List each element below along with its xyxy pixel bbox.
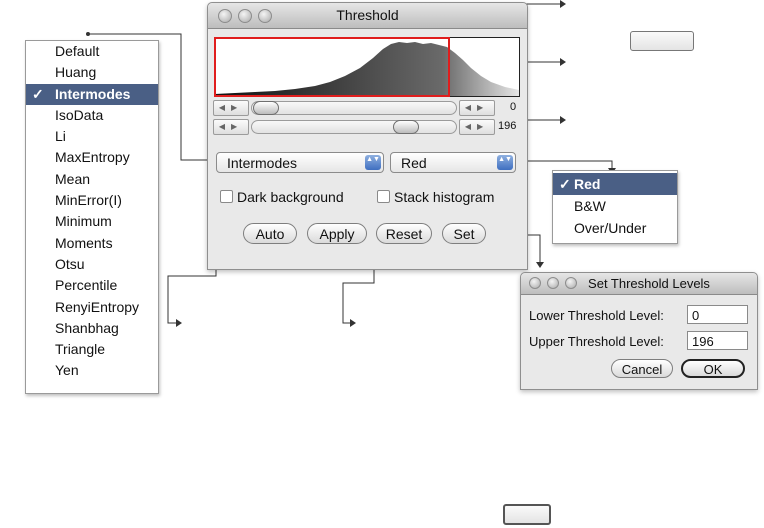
method-list-item[interactable]: Default <box>26 41 158 62</box>
channel-popup-label: Red <box>401 155 427 171</box>
set-levels-titlebar: Set Threshold Levels <box>521 273 757 295</box>
method-popup-label: Intermodes <box>227 155 298 171</box>
auto-button[interactable]: Auto <box>243 223 297 244</box>
threshold-window: Threshold ◀▶ ◀▶ 0 ◀▶ ◀▶ 196 Intermodes ▲… <box>207 2 528 270</box>
method-list-item-label: Minimum <box>55 213 112 230</box>
upper-threshold-field[interactable]: 196 <box>687 331 748 350</box>
checkbox-box[interactable] <box>377 190 390 203</box>
threshold-method-list: Default Huang ✓ Intermodes IsoData Li MaxEntro… <box>25 40 159 394</box>
upper-slider-arrows[interactable]: ◀▶ <box>213 119 249 135</box>
channel-list-item[interactable]: ✓ Red <box>553 173 677 195</box>
method-list-item[interactable]: MinError(I) <box>26 190 158 211</box>
threshold-range-overlay <box>214 37 450 97</box>
method-list-item[interactable]: IsoData <box>26 105 158 126</box>
dark-background-checkbox[interactable]: Dark background <box>220 189 344 205</box>
method-list-item-label: IsoData <box>55 106 104 123</box>
set-threshold-levels-dialog: Set Threshold Levels Lower Threshold Lev… <box>520 272 758 390</box>
upper-slider-value: 196 <box>498 120 517 132</box>
channel-list-item-label: Over/Under <box>574 220 647 236</box>
method-list-item-label: Triangle <box>55 341 106 358</box>
method-list-item-label: MinError(I) <box>55 192 122 209</box>
method-list-item-label: Mean <box>55 170 91 187</box>
channel-display-list: ✓ Red B&W Over/Under <box>552 170 678 244</box>
method-list-item-label: Default <box>55 43 100 59</box>
stack-histogram-label: Stack histogram <box>394 189 495 205</box>
button-outline-sample <box>630 31 694 51</box>
cancel-button[interactable]: Cancel <box>611 359 673 378</box>
upper-slider-arrows-right[interactable]: ◀▶ <box>459 119 495 135</box>
method-list-item-label: Moments <box>55 234 113 251</box>
channel-list-item[interactable]: Over/Under <box>553 217 677 239</box>
method-list-item[interactable]: Li <box>26 126 158 147</box>
window-title: Threshold <box>336 7 399 23</box>
method-list-item[interactable]: Minimum <box>26 211 158 232</box>
checkmark-icon: ✓ <box>32 85 44 102</box>
lower-slider-knob[interactable] <box>253 101 279 115</box>
lower-slider-arrows-right[interactable]: ◀▶ <box>459 100 495 116</box>
checkmark-icon: ✓ <box>559 176 571 192</box>
method-list-item[interactable]: RenyiEntropy <box>26 297 158 318</box>
lower-slider-track[interactable] <box>251 101 457 115</box>
upper-threshold-label: Upper Threshold Level: <box>529 334 664 349</box>
reset-button[interactable]: Reset <box>376 223 432 244</box>
method-list-item-label: Li <box>55 128 66 145</box>
method-list-item-label: Otsu <box>55 255 85 272</box>
channel-popup[interactable]: Red ▲▼ <box>390 152 516 173</box>
upper-slider-knob[interactable] <box>393 120 419 134</box>
method-list-item-label: Shanbhag <box>55 319 119 336</box>
method-list-item[interactable]: Huang <box>26 62 158 83</box>
method-list-item[interactable]: ✓ Intermodes <box>26 83 158 105</box>
checkbox-box[interactable] <box>220 190 233 203</box>
method-list-item[interactable]: Yen <box>26 360 158 381</box>
method-list-item[interactable]: Percentile <box>26 275 158 296</box>
threshold-titlebar: Threshold <box>208 3 527 29</box>
apply-button[interactable]: Apply <box>307 223 367 244</box>
upper-slider-track[interactable] <box>251 120 457 134</box>
method-list-item-label: Yen <box>55 362 79 379</box>
lower-threshold-label: Lower Threshold Level: <box>529 308 664 323</box>
dark-background-label: Dark background <box>237 189 344 205</box>
set-levels-title: Set Threshold Levels <box>588 276 710 291</box>
upper-threshold-slider[interactable]: ◀▶ ◀▶ 196 <box>213 119 523 135</box>
method-list-item[interactable]: MaxEntropy <box>26 147 158 168</box>
method-list-item[interactable]: Shanbhag <box>26 318 158 339</box>
popup-stepper-icon: ▲▼ <box>365 155 381 170</box>
method-popup[interactable]: Intermodes ▲▼ <box>216 152 384 173</box>
stack-histogram-checkbox[interactable]: Stack histogram <box>377 189 494 205</box>
lower-threshold-field[interactable]: 0 <box>687 305 748 324</box>
channel-list-item[interactable]: B&W <box>553 195 677 217</box>
method-list-item[interactable]: Triangle <box>26 339 158 360</box>
channel-list-item-label: Red <box>574 176 601 192</box>
method-list-item[interactable]: Otsu <box>26 254 158 275</box>
channel-list-item-label: B&W <box>574 198 606 214</box>
method-list-item-label: Intermodes <box>55 85 131 102</box>
lower-slider-arrows[interactable]: ◀▶ <box>213 100 249 116</box>
method-list-item-label: Percentile <box>55 277 118 294</box>
set-button[interactable]: Set <box>442 223 486 244</box>
lower-slider-value: 0 <box>510 101 517 113</box>
method-list-item-label: RenyiEntropy <box>55 298 140 315</box>
method-list-item[interactable]: Mean <box>26 169 158 190</box>
method-list-item-label: Huang <box>55 64 97 81</box>
method-list-item[interactable]: Moments <box>26 233 158 254</box>
button-outline-sample-bottom <box>503 504 551 525</box>
method-list-item-label: MaxEntropy <box>55 149 130 166</box>
lower-threshold-slider[interactable]: ◀▶ ◀▶ 0 <box>213 100 523 116</box>
popup-stepper-icon: ▲▼ <box>497 155 513 170</box>
ok-button[interactable]: OK <box>681 359 745 378</box>
